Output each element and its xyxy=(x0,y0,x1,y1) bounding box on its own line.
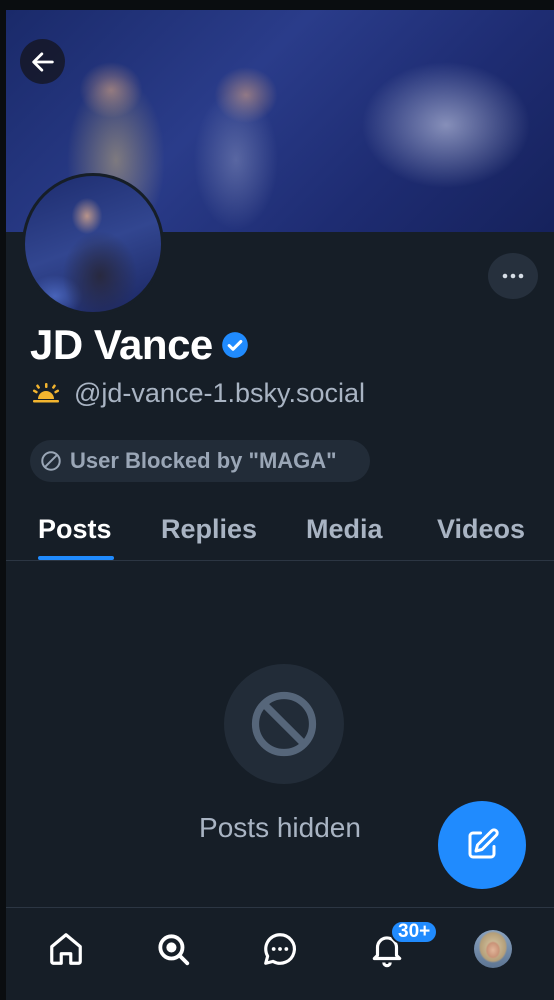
profile-screen: JD Vance @jd-vance-1.bsky.social User Bl… xyxy=(6,10,554,1000)
posts-hidden-indicator xyxy=(224,664,344,784)
active-tab-indicator xyxy=(38,556,114,560)
nav-home[interactable] xyxy=(41,924,91,974)
tab-replies[interactable]: Replies xyxy=(161,498,257,560)
profile-tabs: Posts Replies Media Videos xyxy=(6,498,554,561)
display-name: JD Vance xyxy=(30,321,213,368)
handle-row: @jd-vance-1.bsky.social xyxy=(30,375,365,411)
more-options-button[interactable] xyxy=(488,253,538,299)
back-button[interactable] xyxy=(20,39,65,84)
arrow-left-icon xyxy=(31,51,54,72)
nav-search[interactable] xyxy=(148,924,198,974)
profile-avatar[interactable] xyxy=(22,173,164,315)
verified-check-icon[interactable] xyxy=(221,331,249,359)
home-icon xyxy=(50,933,82,965)
sunrise-icon xyxy=(32,383,60,403)
search-icon xyxy=(158,934,190,966)
tab-media[interactable]: Media xyxy=(306,498,383,560)
profile-handle[interactable]: @jd-vance-1.bsky.social xyxy=(74,378,365,409)
display-name-row: JD Vance xyxy=(30,318,249,372)
compose-icon xyxy=(468,828,499,859)
blocked-status-pill[interactable]: User Blocked by "MAGA" xyxy=(30,440,370,482)
bottom-navigation: 30+ xyxy=(6,907,554,1000)
compose-post-button[interactable] xyxy=(438,801,526,889)
tab-posts[interactable]: Posts xyxy=(38,498,112,560)
nav-profile-avatar[interactable] xyxy=(474,930,512,968)
tab-videos[interactable]: Videos xyxy=(437,498,525,560)
prohibited-icon xyxy=(251,691,317,757)
nav-chat[interactable] xyxy=(255,924,305,974)
blocked-status-label: User Blocked by "MAGA" xyxy=(70,448,337,473)
notification-count-badge: 30+ xyxy=(390,920,439,944)
chat-icon xyxy=(264,933,296,965)
ellipsis-icon xyxy=(502,273,524,279)
block-icon xyxy=(41,451,61,471)
